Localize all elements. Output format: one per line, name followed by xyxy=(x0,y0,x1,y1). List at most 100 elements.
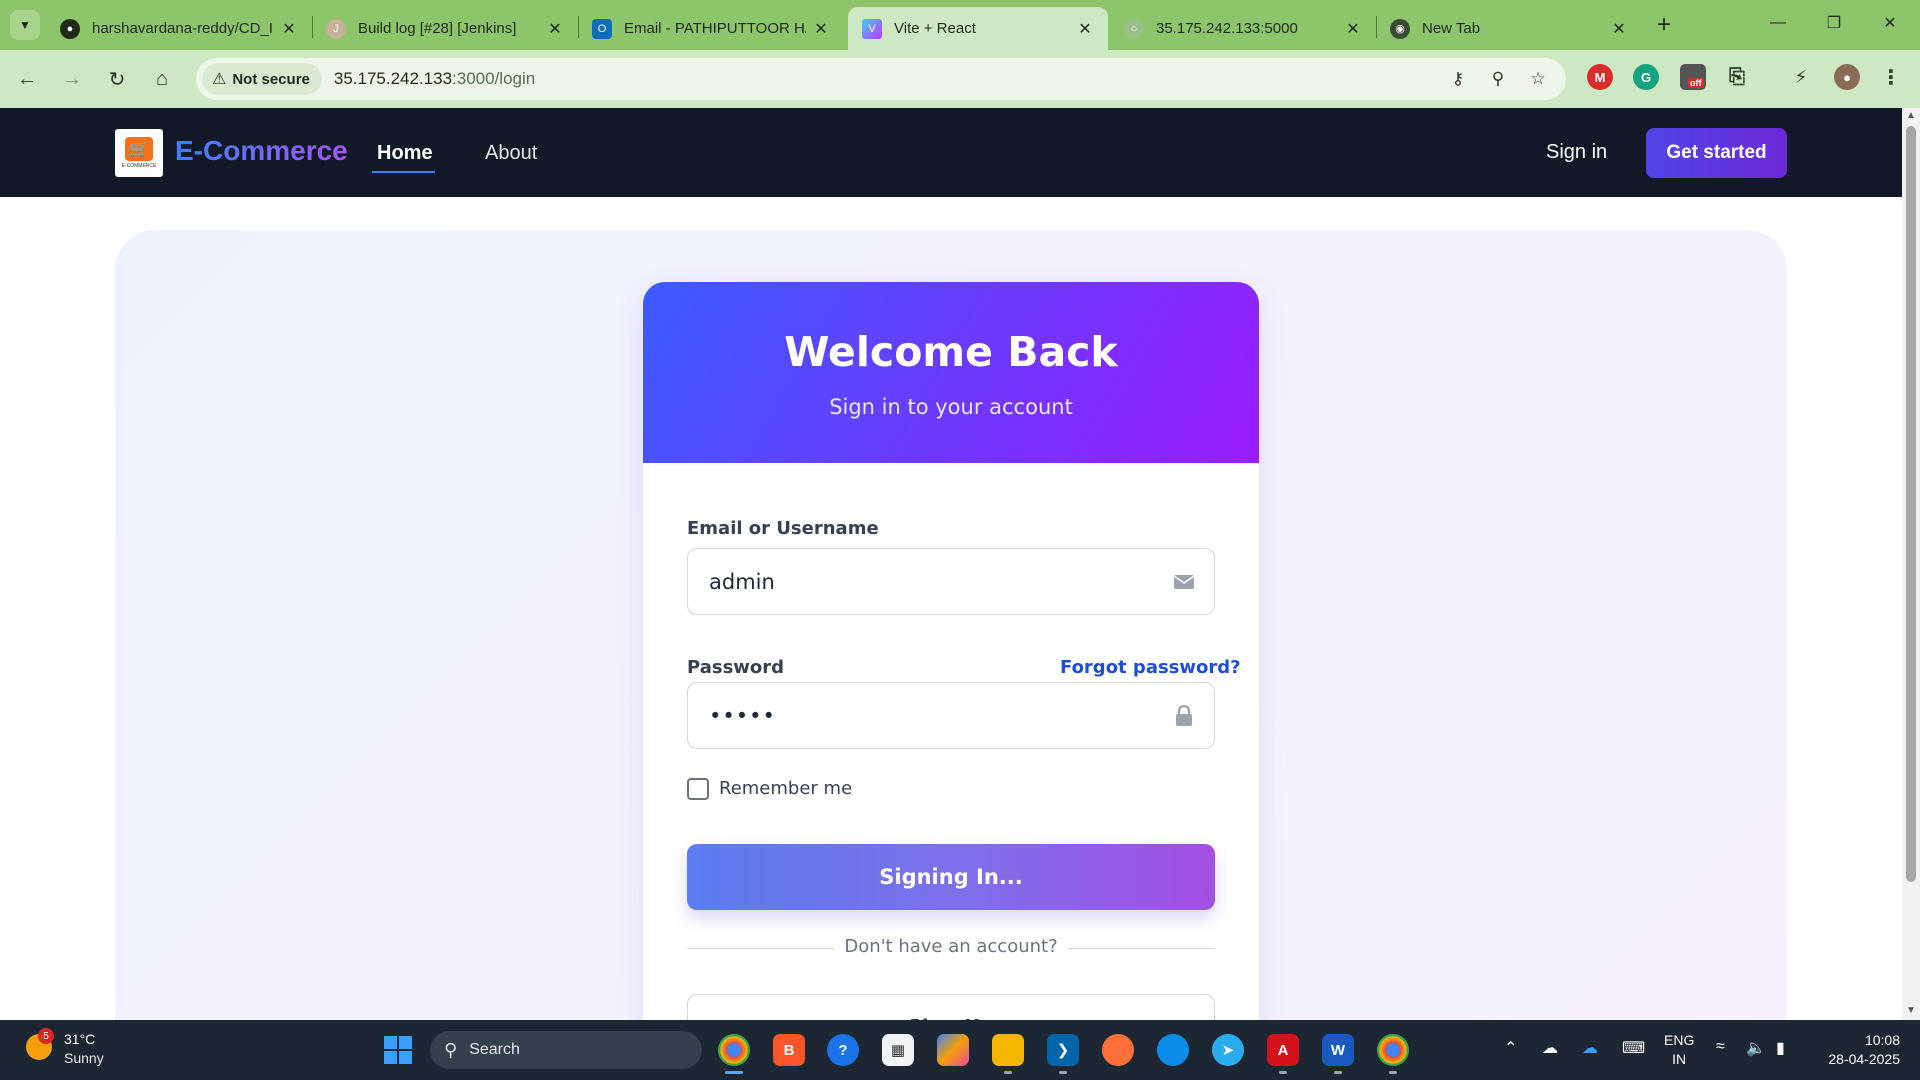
telegram-icon[interactable]: ➤ xyxy=(1212,1034,1244,1066)
region-code: IN xyxy=(1672,1051,1687,1067)
plus-icon: + xyxy=(1656,11,1671,38)
grammarly-extension-icon[interactable]: G xyxy=(1633,64,1659,90)
tab-title: Build log [#28] [Jenkins] xyxy=(358,20,517,37)
tab-search-button[interactable]: ▼ xyxy=(10,10,40,40)
weather-description[interactable]: Sunny xyxy=(64,1050,104,1066)
reload-button[interactable]: ↻ xyxy=(100,62,134,96)
home-icon: ⌂ xyxy=(155,67,169,90)
login-subtitle: Sign in to your account xyxy=(829,395,1073,419)
acrobat-icon[interactable]: A xyxy=(1267,1034,1299,1066)
forward-button[interactable]: → xyxy=(55,62,89,96)
remember-me-checkbox[interactable] xyxy=(687,778,709,800)
keyboard-icon[interactable]: ⌨ xyxy=(1622,1038,1645,1058)
chrome-icon: ◉ xyxy=(1390,18,1410,39)
browser-tab[interactable]: ○ 35.175.242.133:5000 ✕ xyxy=(1110,7,1376,50)
vscode-icon[interactable]: ❯ xyxy=(1047,1034,1079,1066)
weather-temperature[interactable]: 31°C xyxy=(64,1031,95,1047)
site-logo[interactable]: 🛒 E-COMMERCE xyxy=(115,129,163,177)
chevron-up-icon[interactable]: ⌃ xyxy=(1504,1038,1517,1058)
taskbar-running-indicator xyxy=(1334,1071,1342,1074)
copilot-icon[interactable] xyxy=(937,1034,969,1066)
get-started-button[interactable]: Get started xyxy=(1646,128,1787,178)
extension-icon[interactable]: off xyxy=(1680,64,1706,90)
zoom-icon[interactable]: ⚲ xyxy=(1486,67,1510,91)
cloud-icon[interactable]: ☁ xyxy=(1542,1038,1558,1058)
address-bar[interactable]: ⚠ Not secure 35.175.242.133:3000/login ⚷… xyxy=(196,58,1566,100)
taskbar-search[interactable]: ⚲ Search xyxy=(430,1031,702,1069)
restore-button[interactable]: ❐ xyxy=(1814,8,1854,38)
brave-icon[interactable]: B xyxy=(773,1034,805,1066)
scroll-up-icon[interactable]: ▲ xyxy=(1905,110,1917,121)
signup-prompt: Don't have an account? xyxy=(834,936,1068,957)
url-text[interactable]: 35.175.242.133:3000/login xyxy=(334,69,535,89)
windows-start-icon[interactable] xyxy=(384,1036,412,1064)
home-button[interactable]: ⌂ xyxy=(145,62,179,96)
minimize-button[interactable]: — xyxy=(1758,8,1798,38)
browser-tab-active[interactable]: V Vite + React ✕ xyxy=(848,7,1108,50)
onedrive-icon[interactable]: ☁ xyxy=(1582,1038,1598,1058)
nav-link-about[interactable]: About xyxy=(485,142,537,165)
forgot-password-link[interactable]: Forgot password? xyxy=(1060,657,1241,678)
tab-title: 35.175.242.133:5000 xyxy=(1156,20,1298,37)
remember-me-label[interactable]: Remember me xyxy=(719,778,852,799)
url-path: :3000/login xyxy=(452,69,536,88)
new-tab-button[interactable]: + xyxy=(1650,11,1678,39)
volume-icon[interactable]: 🔈 xyxy=(1746,1038,1766,1058)
store-icon[interactable]: ▦ xyxy=(882,1034,914,1066)
key-icon[interactable]: ⚷ xyxy=(1446,67,1470,91)
clock-time: 10:08 xyxy=(1864,1032,1900,1048)
close-icon[interactable]: ✕ xyxy=(812,20,830,38)
mcafee-extension-icon[interactable]: M xyxy=(1587,64,1613,90)
avatar[interactable]: ● xyxy=(1834,64,1860,90)
browser-tab[interactable]: O Email - PATHIPUTTOOR HA ✕ xyxy=(578,7,844,50)
close-icon[interactable]: ✕ xyxy=(546,20,564,38)
sign-up-button[interactable]: Sign Up xyxy=(687,994,1215,1020)
chrome-icon[interactable] xyxy=(1377,1034,1409,1066)
page-scrollbar[interactable]: ▲ ▼ xyxy=(1902,108,1920,1020)
firefox-icon[interactable] xyxy=(1102,1034,1134,1066)
file-explorer-icon[interactable] xyxy=(992,1034,1024,1066)
sign-in-submit-button[interactable]: Signing In... xyxy=(687,844,1215,910)
password-field[interactable]: ••••• xyxy=(687,682,1215,749)
security-chip-label: Not secure xyxy=(232,70,310,88)
login-card: Welcome Back Sign in to your account Ema… xyxy=(643,282,1259,1020)
login-card-header: Welcome Back Sign in to your account xyxy=(643,282,1259,463)
browser-tab[interactable]: ◉ New Tab ✕ xyxy=(1376,7,1642,50)
back-button[interactable]: ← xyxy=(10,62,44,96)
taskbar-running-indicator xyxy=(1279,1071,1287,1074)
browser-tab[interactable]: ● harshavardana-reddy/CD_I ✕ xyxy=(46,7,312,50)
tab-title: New Tab xyxy=(1422,20,1481,37)
brand-name[interactable]: E-Commerce xyxy=(175,135,348,167)
language-indicator[interactable]: ENG IN xyxy=(1664,1031,1694,1069)
star-icon[interactable]: ☆ xyxy=(1526,67,1550,91)
security-chip[interactable]: ⚠ Not secure xyxy=(202,63,322,95)
help-icon[interactable]: ? xyxy=(827,1034,859,1066)
scrollbar-thumb[interactable] xyxy=(1906,126,1916,882)
battery-icon[interactable]: ▮ xyxy=(1776,1038,1785,1058)
wifi-icon[interactable]: ≈ xyxy=(1716,1038,1725,1056)
word-icon[interactable]: W xyxy=(1322,1034,1354,1066)
email-label: Email or Username xyxy=(687,518,879,539)
close-icon[interactable]: ✕ xyxy=(1344,20,1362,38)
email-field[interactable]: admin xyxy=(687,548,1215,615)
scroll-down-icon[interactable]: ▼ xyxy=(1905,1005,1917,1016)
performance-icon[interactable]: ⚡ xyxy=(1788,64,1814,90)
clock[interactable]: 10:08 28-04-2025 xyxy=(1812,1031,1900,1069)
extension-badge: off xyxy=(1688,78,1704,88)
url-host: 35.175.242.133 xyxy=(333,69,453,88)
windows-taskbar: 5 31°C Sunny ⚲ Search B ? ▦ ❯ ➤ A W ⌃ ☁ … xyxy=(0,1020,1920,1080)
menu-icon[interactable]: ⋮ xyxy=(1878,64,1904,90)
edge-icon[interactable] xyxy=(1157,1034,1189,1066)
sign-in-link[interactable]: Sign in xyxy=(1546,141,1607,164)
puzzle-icon[interactable]: ⎘ xyxy=(1724,64,1750,90)
close-icon[interactable]: ✕ xyxy=(1610,20,1628,38)
arrow-left-icon: ← xyxy=(17,67,37,90)
browser-tab[interactable]: J Build log [#28] [Jenkins] ✕ xyxy=(312,7,578,50)
close-window-button[interactable]: ✕ xyxy=(1870,8,1910,38)
lock-icon xyxy=(1176,704,1192,726)
chrome-profile-icon[interactable] xyxy=(718,1034,750,1066)
language-code: ENG xyxy=(1664,1032,1695,1048)
nav-link-home[interactable]: Home xyxy=(377,142,433,165)
close-icon[interactable]: ✕ xyxy=(280,20,298,38)
close-icon[interactable]: ✕ xyxy=(1076,20,1094,38)
